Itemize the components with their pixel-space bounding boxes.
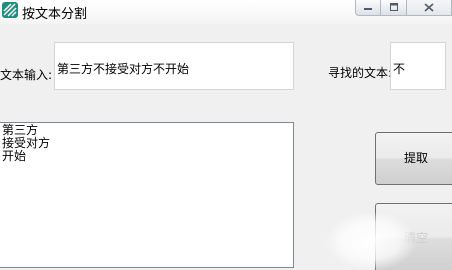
title-bar[interactable]: 按文本分割: [0, 0, 452, 24]
output-textarea[interactable]: 第三方 接受对方 开始: [0, 122, 294, 268]
app-icon: [2, 2, 18, 18]
app-window: 按文本分割 文本输入: 第三方不接受对方不开始 寻找的文本: 不 第三方 接受对…: [0, 0, 452, 270]
output-line: 开始: [2, 149, 27, 163]
minimize-icon: [364, 8, 372, 10]
window-title: 按文本分割: [22, 7, 88, 22]
minimize-button[interactable]: [355, 0, 381, 16]
close-icon: [424, 3, 434, 12]
maximize-icon: [389, 3, 398, 11]
clear-button[interactable]: 清空: [375, 203, 452, 270]
text-input-label: 文本输入:: [0, 68, 53, 82]
text-input-field[interactable]: 第三方不接受对方不开始: [54, 42, 294, 90]
search-text-field[interactable]: 不: [390, 42, 446, 90]
output-line: 接受对方: [2, 136, 51, 150]
close-button[interactable]: [407, 0, 452, 16]
extract-button[interactable]: 提取: [375, 132, 452, 185]
maximize-button[interactable]: [381, 0, 407, 16]
search-text-label: 寻找的文本:: [328, 66, 393, 80]
